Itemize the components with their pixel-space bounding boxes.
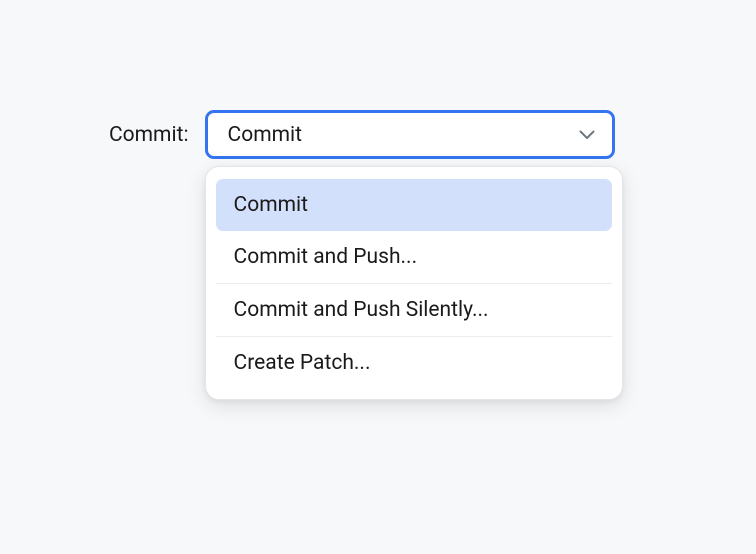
commit-dropdown-button[interactable]: Commit: [205, 110, 615, 159]
dropdown-item-commit-and-push-silently[interactable]: Commit and Push Silently...: [216, 284, 612, 337]
commit-label: Commit:: [109, 123, 189, 147]
dropdown-item-commit[interactable]: Commit: [216, 179, 612, 231]
commit-dropdown-menu: Commit Commit and Push... Commit and Pus…: [205, 166, 623, 400]
chevron-down-icon: [578, 126, 596, 144]
commit-dropdown-selected: Commit: [228, 123, 302, 147]
dropdown-item-commit-and-push[interactable]: Commit and Push...: [216, 231, 612, 284]
commit-form-row: Commit: Commit Commit Commit and Push...…: [109, 110, 615, 159]
commit-dropdown: Commit Commit Commit and Push... Commit …: [205, 110, 615, 159]
dropdown-item-create-patch[interactable]: Create Patch...: [216, 337, 612, 389]
